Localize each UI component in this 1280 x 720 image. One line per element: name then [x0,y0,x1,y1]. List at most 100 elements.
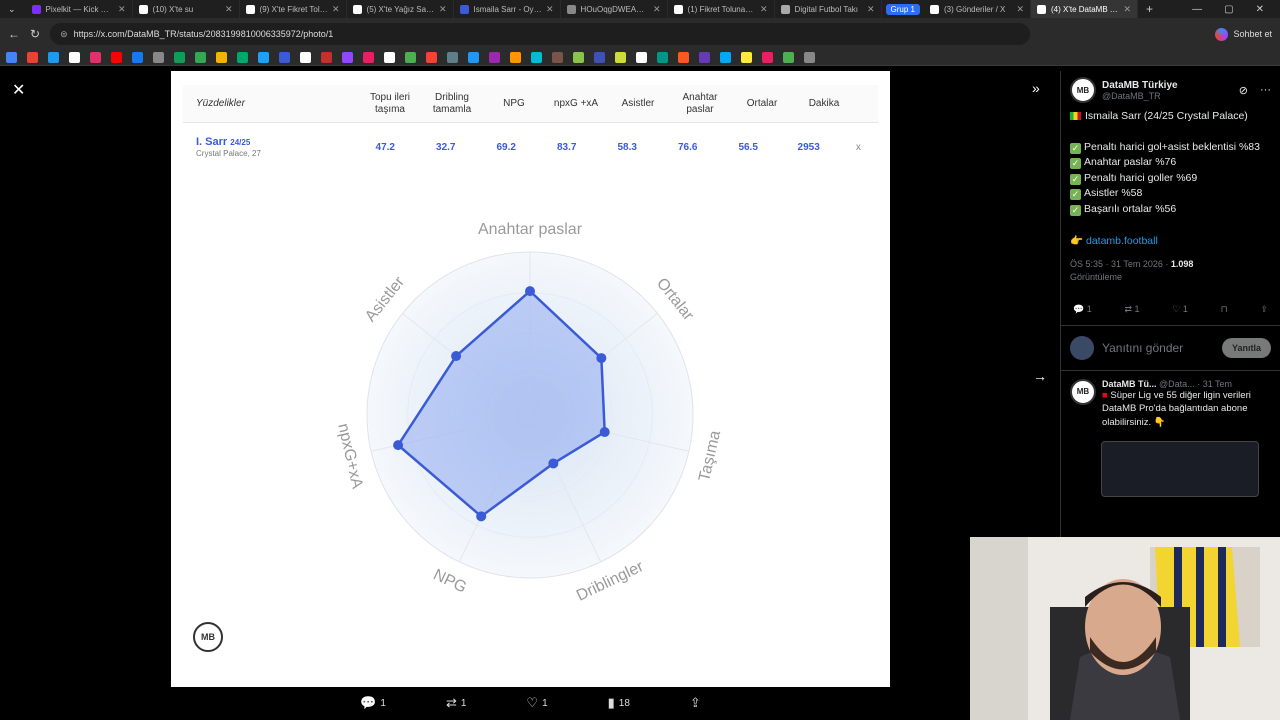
bookmark-icon[interactable] [321,52,332,63]
grok-icon[interactable]: ⊘ [1239,84,1248,97]
tab-close-icon[interactable]: ✕ [546,4,554,15]
close-icon[interactable]: ✕ [12,80,25,100]
bookmark-icon[interactable] [132,52,143,63]
avatar[interactable]: MB [1070,77,1096,103]
reply-stat[interactable]: 💬 1 [1073,304,1092,315]
browser-tab[interactable]: (1) Fikret Tolunay (@ ✕ [668,0,775,18]
bookmark-icon[interactable] [195,52,206,63]
tab-close-icon[interactable]: ✕ [1123,4,1131,15]
reply-avatar[interactable]: MB [1070,378,1096,405]
site-info-icon[interactable]: ⊜ [60,29,68,40]
bookmark-icon[interactable] [657,52,668,63]
bookmark-icon[interactable] [468,52,479,63]
browser-tab[interactable]: HOuOqgDWEAA3dO ✕ [561,0,668,18]
tab-close-icon[interactable]: ✕ [332,4,340,15]
repost-stat-count: 1 [1134,303,1140,314]
bookmark-icon[interactable] [762,52,773,63]
tab-search-icon[interactable]: ⌄ [0,4,26,15]
bookmark-icon[interactable] [720,52,731,63]
bookmark-icon[interactable] [111,52,122,63]
bookmark-icon[interactable] [573,52,584,63]
bookmark-icon[interactable] [678,52,689,63]
new-tab-icon[interactable]: + [1138,2,1161,16]
bookmark-icon[interactable] [258,52,269,63]
tweet-stats: 💬 1 ⇄ 1 ♡ 1 ⊓ ⇪ [1061,284,1280,326]
bookmark-icon[interactable] [804,52,815,63]
tab-close-icon[interactable]: ✕ [760,4,768,15]
bookmark-icon[interactable] [447,52,458,63]
bookmark-icon[interactable] [6,52,17,63]
browser-tab[interactable]: Digital Futbol Takı ✕ [775,0,882,18]
tab-group-label[interactable]: Grup 1 [885,3,921,15]
share-action[interactable]: ⇪ [690,695,701,711]
timestamp[interactable]: ÖS 5:35 · 31 Tem 2026 · [1070,259,1168,269]
browser-tab[interactable]: (5) X'te Yağız Sabuncu ✕ [347,0,454,18]
tweet-link[interactable]: datamb.football [1086,235,1158,247]
reply-action[interactable]: 💬 1 [360,695,386,711]
reply-button[interactable]: Yanıtla [1221,337,1271,358]
maximize-icon[interactable]: ▢ [1224,4,1233,15]
more-icon[interactable]: ··· [1260,84,1271,96]
bookmark-icon[interactable] [489,52,500,63]
share-stat-icon[interactable]: ⇪ [1260,304,1268,315]
display-name[interactable]: DataMB Türkiye [1102,80,1233,91]
chat-button[interactable]: Sohbet et [1215,27,1272,41]
minimize-icon[interactable]: — [1192,4,1202,15]
bookmark-icon[interactable] [363,52,374,63]
bookmark-icon[interactable] [384,52,395,63]
tab-close-icon[interactable]: ✕ [439,4,447,15]
bookmark-icon[interactable] [552,52,563,63]
like-count: 1 [542,697,548,709]
browser-tab[interactable]: (9) X'te Fikret Tolunay ✕ [240,0,347,18]
bookmark-icon[interactable] [279,52,290,63]
bookmark-icon[interactable] [783,52,794,63]
tweet-photo: Yüzdelikler Topu ileri taşıma Dribling ta… [171,71,890,687]
bookmark-icon[interactable] [594,52,605,63]
bookmark-icon[interactable] [405,52,416,63]
reply-media-thumbnail[interactable] [1101,441,1259,497]
reply-input[interactable]: Yanıtını gönder [1102,341,1214,355]
bookmark-icon[interactable] [69,52,80,63]
tab-close-icon[interactable]: ✕ [118,4,126,15]
handle[interactable]: @DataMB_TR [1102,91,1233,101]
bookmark-icon[interactable] [615,52,626,63]
views-action[interactable]: ▮ 18 [608,695,630,711]
tab-title: (9) X'te Fikret Tolunay [259,4,328,14]
reload-icon[interactable]: ↻ [30,27,40,41]
tab-close-icon[interactable]: ✕ [653,4,661,15]
tab-close-icon[interactable]: ✕ [225,4,233,15]
browser-tab[interactable]: Pixelkit — Kick Overlay ✕ [26,0,133,18]
back-icon[interactable]: ← [8,27,20,41]
bookmark-icon[interactable] [174,52,185,63]
repost-action[interactable]: ⇄ 1 [446,695,466,711]
next-photo-icon[interactable]: → [1033,368,1047,384]
reply-name[interactable]: DataMB Tü... [1102,379,1157,389]
tab-close-icon[interactable]: ✕ [1016,4,1024,15]
bookmark-icon[interactable] [342,52,353,63]
tab-close-icon[interactable]: ✕ [867,4,875,15]
address-bar[interactable]: ⊜ https://x.com/DataMB_TR/status/2083199… [50,23,1031,45]
browser-tab[interactable]: (4) X'te DataMB Türki✕ [1031,0,1139,18]
bookmark-icon[interactable] [510,52,521,63]
bookmark-icon[interactable] [636,52,647,63]
bookmark-icon[interactable]: ⊓ [1221,304,1228,315]
like-action[interactable]: ♡ 1 [526,695,547,711]
like-stat[interactable]: ♡ 1 [1172,304,1188,315]
bookmark-icon[interactable] [426,52,437,63]
bookmark-icon[interactable] [153,52,164,63]
bookmark-icon[interactable] [699,52,710,63]
bookmark-icon[interactable] [300,52,311,63]
bookmark-icon[interactable] [27,52,38,63]
bookmark-icon[interactable] [237,52,248,63]
bookmark-icon[interactable] [48,52,59,63]
bookmark-icon[interactable] [90,52,101,63]
browser-tab[interactable]: (3) Gönderiler / X ✕ [924,0,1032,18]
browser-tab[interactable]: Ismaila Sarr - Oyuncu ✕ [454,0,561,18]
bookmark-icon[interactable] [741,52,752,63]
bookmark-icon[interactable] [216,52,227,63]
expand-panel-icon[interactable]: » [1032,80,1040,96]
bookmark-icon[interactable] [531,52,542,63]
window-close-icon[interactable]: ✕ [1256,4,1264,15]
repost-stat[interactable]: ⇄ 1 [1124,304,1139,315]
browser-tab[interactable]: (10) X'te su ✕ [133,0,240,18]
